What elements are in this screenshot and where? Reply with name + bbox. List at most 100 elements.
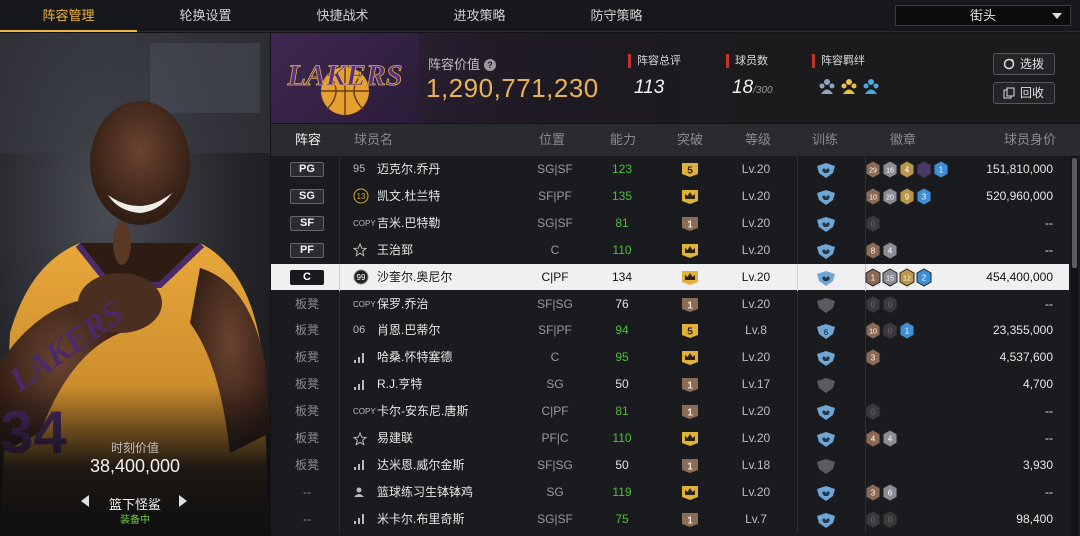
tab-lineup-management[interactable]: 阵容管理	[0, 0, 137, 32]
select-button[interactable]: 选拨	[993, 53, 1055, 75]
table-row[interactable]: 板凳 COPY 保罗.乔治 SF|SG 76 1 Lv.20 0 0 --	[271, 290, 1069, 318]
badge-group[interactable]: 0	[865, 402, 881, 421]
training-shield-icon[interactable]	[816, 458, 836, 474]
badge-hexagon-icon[interactable]: 1	[899, 321, 915, 340]
badge-hexagon-icon[interactable]: 1	[865, 268, 881, 287]
badge-hexagon-icon[interactable]: 10	[865, 321, 881, 340]
training-shield-icon[interactable]	[816, 485, 836, 501]
badge-hexagon-icon[interactable]: 20	[882, 187, 898, 206]
badge-group[interactable]: 10 0 1	[865, 321, 915, 340]
tab-offense-strategy[interactable]: 进攻策略	[411, 0, 548, 32]
badge-group[interactable]: 36	[865, 483, 898, 502]
training-shield-icon[interactable]	[816, 377, 836, 394]
badge-hexagon-icon[interactable]: 15	[882, 268, 898, 287]
badge-hexagon-icon[interactable]: 6	[882, 483, 898, 502]
col-ability: 能力	[610, 132, 637, 147]
badge-hexagon-icon[interactable]: 16	[882, 160, 898, 179]
training-shield-icon[interactable]	[816, 512, 836, 528]
badge-group[interactable]: 0	[865, 214, 881, 233]
badge-hexagon-icon[interactable]: 3	[916, 187, 932, 206]
player-name[interactable]: 哈桑.怀特塞德	[377, 344, 452, 371]
table-row[interactable]: SF COPY 吉米.巴特勒 SG|SF 81 1 Lv.20 0 --	[271, 209, 1069, 237]
badge-hexagon-icon[interactable]: 2	[916, 268, 932, 287]
badge-group[interactable]: 44	[865, 429, 898, 448]
badge-hexagon-icon[interactable]: 4	[899, 160, 915, 179]
training-shield-icon[interactable]	[816, 404, 836, 421]
badge-group[interactable]: 00	[865, 510, 898, 529]
badge-hexagon-icon[interactable]: 4	[882, 429, 898, 448]
table-scroll-thumb[interactable]	[1072, 158, 1077, 268]
training-shield-icon[interactable]	[816, 350, 836, 367]
player-name[interactable]: 达米恩.威尔金斯	[377, 452, 464, 479]
badge-hexagon-icon[interactable]: 8	[865, 241, 881, 260]
badge-hexagon-icon[interactable]: 29	[865, 160, 881, 179]
help-icon[interactable]: ?	[484, 59, 497, 71]
chemistry-group-icon[interactable]	[840, 77, 858, 95]
table-row[interactable]: PG 95 迈克尔.乔丹 SG|SF 123 5 Lv.20 29 16 4 1 151,810,00…	[271, 156, 1069, 183]
player-name[interactable]: 凯文.杜兰特	[377, 183, 440, 210]
badge-hexagon-icon[interactable]: 0	[865, 510, 881, 529]
training-shield-icon[interactable]: 6	[816, 323, 836, 340]
badge-hexagon-icon[interactable]: 10	[865, 187, 881, 206]
player-name[interactable]: 易建联	[377, 425, 413, 452]
badge-group[interactable]: 84	[865, 241, 898, 260]
badge-group[interactable]: 3	[865, 348, 881, 367]
player-level: Lv.7	[745, 511, 767, 526]
player-name[interactable]: 沙奎尔.奥尼尔	[377, 264, 452, 291]
training-shield-icon[interactable]	[816, 243, 836, 259]
badge-group[interactable]: 00	[865, 294, 898, 314]
player-name[interactable]: 篮球练习生钵钵鸡	[377, 479, 473, 506]
table-row[interactable]: 板凳 易建联 PF|C 110 Lv.20 4 4 --	[271, 425, 1069, 452]
badge-hexagon-icon[interactable]: 0	[882, 510, 898, 529]
table-row[interactable]: 板凳 COPY 卡尔-安东尼.唐斯 C|PF 81 1 Lv.20 0 --	[271, 398, 1069, 426]
table-row[interactable]: SG 13 凯文.杜兰特 SF|PF 135 Lv.20 10 20 9 3 520,960,000	[271, 182, 1069, 210]
table-row[interactable]: 板凳 达米恩.威尔金斯 SF|SG 50 1 Lv.18 3,930	[271, 451, 1069, 479]
training-shield-icon[interactable]	[816, 216, 836, 232]
training-shield-icon[interactable]	[816, 431, 836, 447]
table-row[interactable]: C 99 沙奎尔.奥尼尔 C|PF 134 Lv.20 1 15 12 2 454,400,000	[271, 263, 1069, 291]
table-row[interactable]: -- 米卡尔.布里奇斯 SG|SF 75 1 Lv.7 0 0 98,400	[271, 505, 1069, 533]
player-name[interactable]: 保罗.乔治	[377, 291, 428, 318]
recycle-button[interactable]: 回收	[993, 82, 1055, 104]
badge-hexagon-icon[interactable]	[916, 160, 932, 179]
badge-hexagon-icon[interactable]: 4	[882, 241, 898, 260]
chemistry-group-icon[interactable]	[818, 77, 836, 95]
badge-hexagon-icon[interactable]: 4	[865, 429, 881, 448]
player-name[interactable]: 肖恩.巴蒂尔	[377, 317, 440, 344]
table-row[interactable]: 板凳 R.J.亨特 SG 50 1 Lv.17 4,700	[271, 371, 1069, 399]
badge-hexagon-icon[interactable]: 3	[865, 483, 881, 502]
badge-hexagon-icon[interactable]: 0	[865, 294, 881, 314]
badge-hexagon-icon[interactable]: 9	[899, 187, 915, 206]
table-row[interactable]: PF 王治郅 C 110 Lv.20 8 4 --	[271, 236, 1069, 264]
player-name[interactable]: 迈克尔.乔丹	[377, 156, 440, 183]
table-row[interactable]: 板凳 06 肖恩.巴蒂尔 SF|PF 94 5 Lv.8 6 10 0 1 23,355,000	[271, 317, 1069, 345]
badge-group[interactable]: 10 20 9 3	[865, 187, 932, 206]
badge-hexagon-icon[interactable]: 0	[865, 402, 881, 421]
badge-hexagon-icon[interactable]: 0	[865, 214, 881, 233]
badge-hexagon-icon[interactable]: 1	[933, 160, 949, 179]
tab-rotation-settings[interactable]: 轮换设置	[137, 0, 274, 32]
badge-hexagon-icon[interactable]: 12	[899, 268, 915, 287]
tab-defense-strategy[interactable]: 防守策略	[548, 0, 685, 32]
table-row[interactable]: 板凳 哈桑.怀特塞德 C 95 Lv.20 3 4,537,600	[271, 344, 1069, 372]
training-shield-icon[interactable]	[816, 270, 836, 286]
chemistry-icons[interactable]	[812, 77, 880, 95]
training-shield-icon[interactable]	[816, 162, 836, 178]
tab-quick-tactics[interactable]: 快捷战术	[274, 0, 411, 32]
training-shield-icon[interactable]	[816, 189, 836, 205]
player-name[interactable]: 卡尔-安东尼.唐斯	[377, 398, 468, 425]
player-name[interactable]: 王治郅	[377, 237, 413, 264]
player-name[interactable]: R.J.亨特	[377, 371, 422, 398]
badge-group[interactable]: 1 15 12 2	[865, 268, 932, 287]
badge-hexagon-icon[interactable]: 3	[865, 348, 881, 367]
badge-group[interactable]: 29 16 4 1	[865, 160, 949, 179]
badge-hexagon-icon[interactable]: 0	[882, 294, 898, 314]
player-name[interactable]: 米卡尔.布里奇斯	[377, 506, 464, 533]
training-shield-icon[interactable]	[816, 297, 836, 313]
mode-dropdown[interactable]: 街头	[895, 5, 1071, 26]
table-row[interactable]: -- 篮球练习生钵钵鸡 SG 119 Lv.20 3 6 --	[271, 478, 1069, 506]
next-arrow-icon[interactable]	[179, 495, 187, 507]
player-name[interactable]: 吉米.巴特勒	[377, 210, 440, 237]
badge-hexagon-icon[interactable]: 0	[882, 321, 898, 340]
chemistry-group-icon[interactable]	[862, 77, 880, 95]
